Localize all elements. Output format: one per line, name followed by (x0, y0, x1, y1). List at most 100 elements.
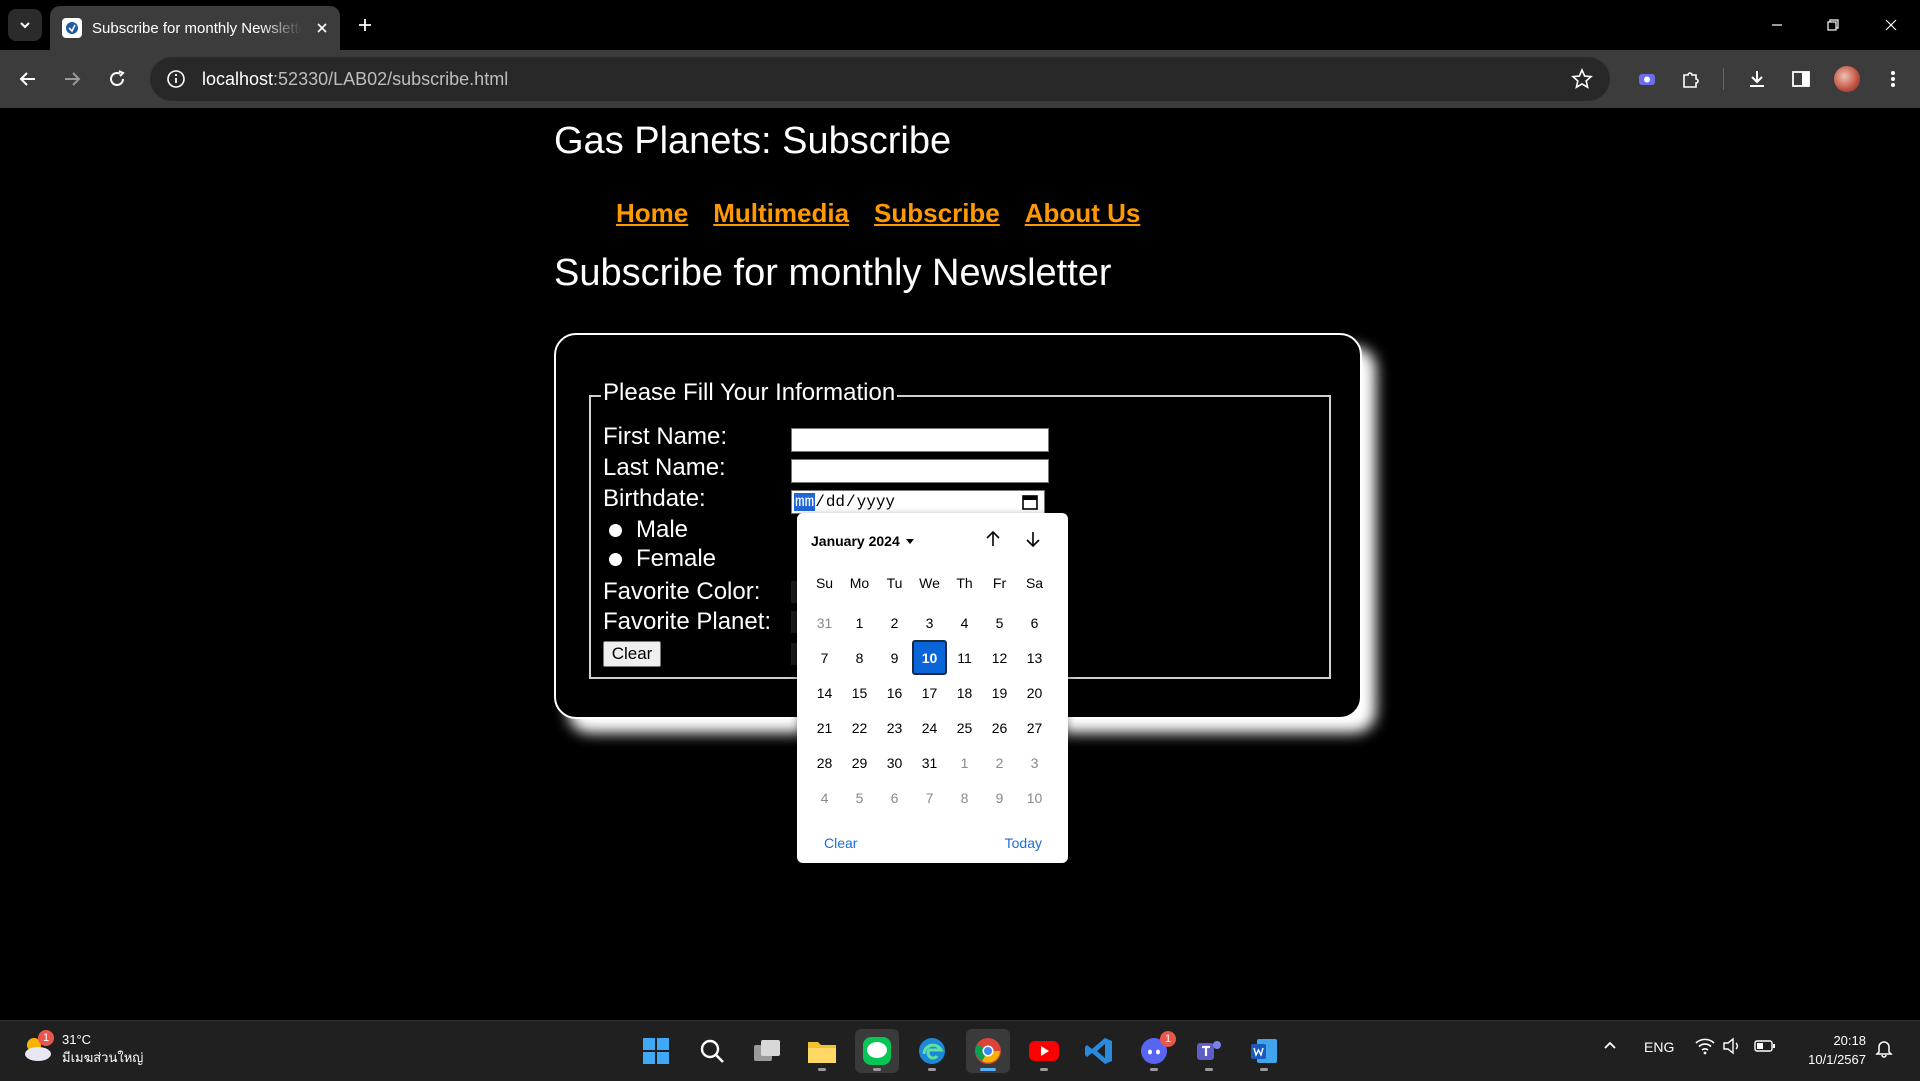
calendar-day[interactable]: 28 (807, 745, 842, 780)
previous-month-button[interactable] (981, 527, 1005, 551)
new-tab-button[interactable] (352, 12, 378, 38)
nav-link-home[interactable]: Home (616, 198, 688, 229)
calendar-day[interactable]: 1 (842, 605, 877, 640)
address-bar[interactable]: localhost:52330/LAB02/subscribe.html (150, 57, 1610, 101)
calendar-day[interactable]: 24 (912, 710, 947, 745)
notification-bell-icon[interactable] (1874, 1038, 1894, 1061)
calendar-day[interactable]: 26 (982, 710, 1017, 745)
calendar-day[interactable]: 9 (877, 640, 912, 675)
wifi-icon[interactable] (1694, 1037, 1716, 1058)
gender-male-option[interactable]: Male (609, 516, 688, 544)
birthdate-input[interactable]: mm / dd / yyyy (791, 490, 1045, 514)
show-hidden-icons-button[interactable] (1602, 1037, 1618, 1056)
calendar-day[interactable]: 11 (947, 640, 982, 675)
calendar-day[interactable]: 1 (947, 745, 982, 780)
calendar-day[interactable]: 27 (1017, 710, 1052, 745)
calendar-day[interactable]: 29 (842, 745, 877, 780)
calendar-day[interactable]: 23 (877, 710, 912, 745)
bookmark-star-icon[interactable] (1570, 67, 1594, 91)
menu-kebab-icon[interactable] (1878, 64, 1908, 94)
minimize-button[interactable] (1762, 12, 1792, 38)
calendar-day[interactable]: 6 (877, 780, 912, 815)
taskbar-teams[interactable] (1187, 1029, 1231, 1073)
calendar-day[interactable]: 18 (947, 675, 982, 710)
month-year-dropdown[interactable]: January 2024 (811, 533, 914, 549)
calendar-day[interactable]: 15 (842, 675, 877, 710)
calendar-day[interactable]: 9 (982, 780, 1017, 815)
picker-today-button[interactable]: Today (1005, 835, 1042, 851)
close-window-button[interactable] (1876, 12, 1906, 38)
taskbar-edge[interactable] (910, 1029, 954, 1073)
calendar-day[interactable]: 19 (982, 675, 1017, 710)
gender-female-option[interactable]: Female (609, 545, 716, 573)
birthdate-month-segment[interactable]: mm (794, 493, 816, 511)
calendar-day[interactable]: 5 (982, 605, 1017, 640)
birthdate-year-segment[interactable]: yyyy (856, 493, 896, 511)
reload-button[interactable] (102, 64, 132, 94)
tab-search-button[interactable] (8, 9, 42, 41)
taskbar-word[interactable] (1242, 1029, 1286, 1073)
taskbar-chrome[interactable] (966, 1029, 1010, 1073)
site-info-icon[interactable] (164, 67, 188, 91)
taskbar-youtube[interactable] (1022, 1029, 1066, 1073)
calendar-day[interactable]: 12 (982, 640, 1017, 675)
calendar-day[interactable]: 17 (912, 675, 947, 710)
extension-teams-icon[interactable] (1632, 64, 1662, 94)
calendar-day[interactable]: 8 (947, 780, 982, 815)
male-radio[interactable] (609, 523, 622, 537)
calendar-day[interactable]: 3 (1017, 745, 1052, 780)
close-tab-icon[interactable] (312, 18, 332, 38)
taskbar-discord[interactable]: 1 (1132, 1029, 1176, 1073)
calendar-day[interactable]: 7 (912, 780, 947, 815)
volume-icon[interactable] (1722, 1037, 1742, 1058)
taskbar-line[interactable] (855, 1029, 899, 1073)
profile-avatar[interactable] (1832, 64, 1862, 94)
calendar-day[interactable]: 13 (1017, 640, 1052, 675)
clear-button[interactable]: Clear (603, 641, 661, 667)
calendar-day[interactable]: 20 (1017, 675, 1052, 710)
calendar-day[interactable]: 2 (877, 605, 912, 640)
calendar-day[interactable]: 31 (807, 605, 842, 640)
language-indicator[interactable]: ENG (1644, 1039, 1674, 1055)
downloads-icon[interactable] (1742, 64, 1772, 94)
calendar-day[interactable]: 14 (807, 675, 842, 710)
picker-clear-button[interactable]: Clear (824, 835, 857, 851)
calendar-day[interactable]: 21 (807, 710, 842, 745)
battery-icon[interactable] (1754, 1038, 1776, 1057)
calendar-day[interactable]: 4 (947, 605, 982, 640)
nav-link-multimedia[interactable]: Multimedia (713, 198, 849, 229)
calendar-day[interactable]: 2 (982, 745, 1017, 780)
calendar-day[interactable]: 31 (912, 745, 947, 780)
calendar-day[interactable]: 7 (807, 640, 842, 675)
nav-link-about-us[interactable]: About Us (1025, 198, 1141, 229)
calendar-day[interactable]: 25 (947, 710, 982, 745)
task-view-button[interactable] (745, 1029, 789, 1073)
first-name-input[interactable] (791, 428, 1049, 452)
calendar-day[interactable]: 4 (807, 780, 842, 815)
taskbar-vscode[interactable] (1077, 1029, 1121, 1073)
forward-button[interactable] (57, 64, 87, 94)
start-button[interactable] (634, 1029, 678, 1073)
calendar-day[interactable]: 22 (842, 710, 877, 745)
last-name-input[interactable] (791, 459, 1049, 483)
calendar-day-selected[interactable]: 10 (912, 640, 947, 675)
restore-button[interactable] (1818, 12, 1848, 38)
next-month-button[interactable] (1021, 527, 1045, 551)
system-clock[interactable]: 20:18 10/1/2567 (1780, 1031, 1866, 1069)
calendar-day[interactable]: 10 (1017, 780, 1052, 815)
back-button[interactable] (13, 64, 43, 94)
calendar-day[interactable]: 3 (912, 605, 947, 640)
birthdate-day-segment[interactable]: dd (825, 493, 846, 511)
calendar-day[interactable]: 5 (842, 780, 877, 815)
calendar-icon[interactable] (1021, 493, 1039, 511)
taskbar-search-button[interactable] (690, 1029, 734, 1073)
weather-widget[interactable]: 1 31°C มีเมฆส่วนใหญ่ (20, 1030, 143, 1067)
taskbar-file-explorer[interactable] (800, 1029, 844, 1073)
calendar-day[interactable]: 8 (842, 640, 877, 675)
calendar-day[interactable]: 16 (877, 675, 912, 710)
browser-tab[interactable]: Subscribe for monthly Newsletter (50, 6, 340, 50)
extensions-puzzle-icon[interactable] (1676, 64, 1706, 94)
female-radio[interactable] (609, 552, 622, 566)
side-panel-icon[interactable] (1786, 64, 1816, 94)
calendar-day[interactable]: 30 (877, 745, 912, 780)
